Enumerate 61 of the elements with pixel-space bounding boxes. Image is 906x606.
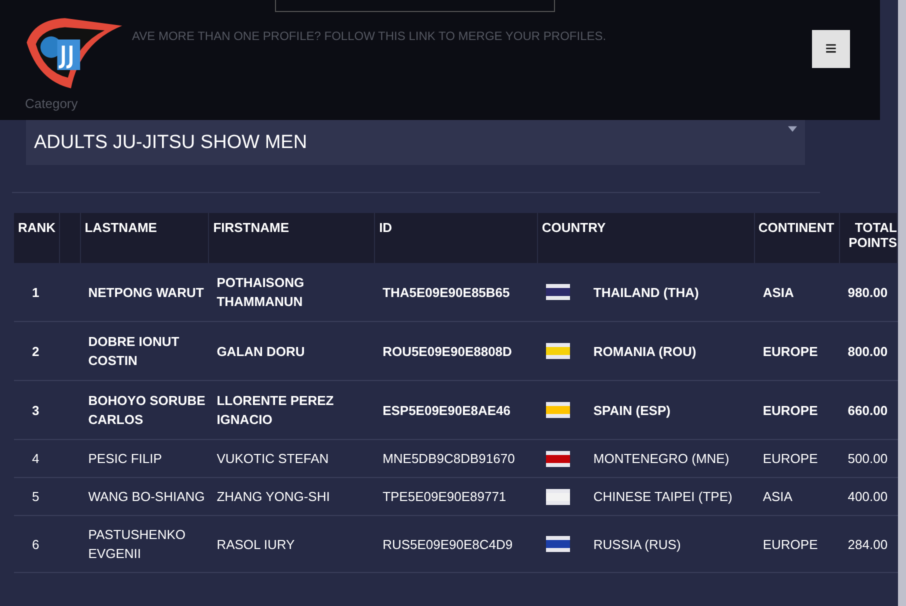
category-label: Category (25, 96, 78, 111)
rank-cell: 6 (32, 536, 40, 552)
caret-icon (788, 126, 797, 132)
firstname-cell: LLORENTE PEREZ IGNACIO (216, 393, 334, 427)
rank-cell: 4 (32, 451, 40, 466)
firstname-cell: VUKOTIC STEFAN (216, 451, 329, 466)
flag-icon (545, 402, 572, 418)
id-cell: TPE5E09E90E89771 (382, 489, 506, 504)
points-cell: 400.00 (848, 489, 888, 504)
firstname-cell: ZHANG YONG-SHI (216, 489, 330, 504)
lastname-cell: DOBRE IONUT COSTIN (88, 334, 180, 368)
rank-cell: 3 (32, 402, 40, 418)
continent-cell: EUROPE (762, 402, 818, 418)
flag-icon (545, 536, 572, 552)
lastname-cell: NETPONG WARUT (88, 284, 204, 300)
country-cell-text: CHINESE TAIPEI (TPE) (593, 488, 732, 506)
id-cell: RUS5E09E90E8C4D9 (382, 536, 513, 552)
continent-cell: EUROPE (762, 451, 818, 466)
country-cell-text: SPAIN (ESP) (593, 402, 670, 420)
id-cell: MNE5DB9C8DB91670 (382, 451, 515, 466)
flag-icon (545, 488, 572, 504)
flag-icon (545, 343, 572, 359)
country-cell-text: THAILAND (THA) (593, 284, 699, 302)
top-field[interactable] (275, 0, 555, 12)
column-header: COUNTRY (542, 220, 606, 235)
flag-icon (545, 284, 572, 300)
id-cell: ROU5E09E90E8808D (382, 344, 512, 358)
category-select[interactable]: ADULTS JU-JITSU SHOW MEN (26, 120, 805, 165)
points-cell: 500.00 (848, 451, 888, 466)
column-header: LASTNAME (84, 220, 157, 235)
id-cell: THA5E09E90E85B65 (382, 284, 510, 300)
continent-cell: EUROPE (762, 344, 818, 358)
continent-cell: EUROPE (762, 536, 818, 552)
lastname-cell: PASTUSHENKO EVGENII (88, 527, 186, 561)
flag-icon (545, 450, 572, 466)
firstname-cell: POTHAISONG THAMMANUN (216, 275, 304, 309)
firstname-cell: RASOL IURY (216, 536, 295, 552)
points-cell: 284.00 (848, 536, 888, 552)
firstname-cell: GALAN DORU (216, 344, 305, 358)
points-cell: 980.00 (848, 284, 888, 300)
column-header: RANK (18, 220, 56, 235)
continent-cell: ASIA (762, 284, 794, 300)
points-cell: 800.00 (848, 344, 888, 358)
country-cell-text: RUSSIA (RUS) (593, 536, 681, 554)
rank-cell: 1 (32, 284, 40, 300)
points-cell: 660.00 (848, 402, 888, 418)
column-header: TOTAL POINTS (848, 220, 897, 250)
lastname-cell: PESIC FILIP (88, 451, 162, 466)
id-cell: ESP5E09E90E8AE46 (382, 402, 510, 418)
rank-cell: 5 (32, 489, 40, 504)
lastname-cell: WANG BO-SHIANG (88, 489, 205, 504)
continent-cell: ASIA (762, 489, 792, 504)
menu-button[interactable]: ≡ (812, 30, 850, 68)
country-cell-text: MONTENEGRO (MNE) (593, 450, 730, 468)
column-header: CONTINENT (758, 220, 834, 235)
country-cell-text: ROMANIA (ROU) (593, 342, 696, 360)
rank-cell: 2 (32, 344, 40, 358)
column-header: FIRSTNAME (213, 220, 290, 235)
lastname-cell: BOHOYO SORUBE CARLOS (88, 393, 206, 427)
column-header: ID (379, 220, 392, 235)
scrollbar[interactable] (898, 0, 906, 606)
